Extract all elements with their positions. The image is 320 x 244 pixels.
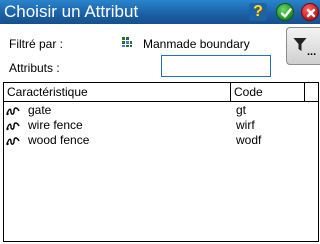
line-feature-icon [6,137,20,146]
close-button[interactable] [301,3,319,21]
filter-button[interactable]: ... [286,27,320,65]
line-feature-icon [6,122,20,131]
ok-button[interactable] [276,3,294,21]
attributes-search-input[interactable] [161,55,271,77]
help-button[interactable]: ? [249,3,267,21]
list-item[interactable]: wire fence wirf [4,118,318,133]
title-bar: Choisir un Attribut ? [0,0,320,24]
feature-name: wire fence [28,118,83,132]
column-header-filler [305,83,318,101]
list-item[interactable]: wood fence wodf [4,133,318,148]
checkmark-icon [280,8,292,18]
feature-name: gate [28,103,52,117]
column-header-code[interactable]: Code [231,83,305,101]
line-feature-icon [6,107,20,116]
feature-code: gt [236,103,247,117]
feature-name: wood fence [28,133,90,147]
list-rows: gate gt wire fence wirf wood fence wodf [4,103,318,148]
funnel-icon [293,38,307,51]
layer-filter-icon [121,36,133,48]
attribute-list: Caractéristique Code gate gt wire fence … [3,82,319,242]
window-title: Choisir un Attribut [4,2,139,21]
list-header: Caractéristique Code [4,83,318,102]
close-icon [306,8,316,18]
feature-code: wirf [236,118,255,132]
filter-label: Filtré par : [9,37,64,51]
help-icon: ? [253,3,263,20]
attributes-label: Attributs : [9,61,60,75]
column-header-feature[interactable]: Caractéristique [4,83,231,101]
filter-value: Manmade boundary [143,37,250,51]
feature-code: wodf [236,133,262,147]
list-item[interactable]: gate gt [4,103,318,118]
filter-button-ellipsis: ... [307,46,317,58]
